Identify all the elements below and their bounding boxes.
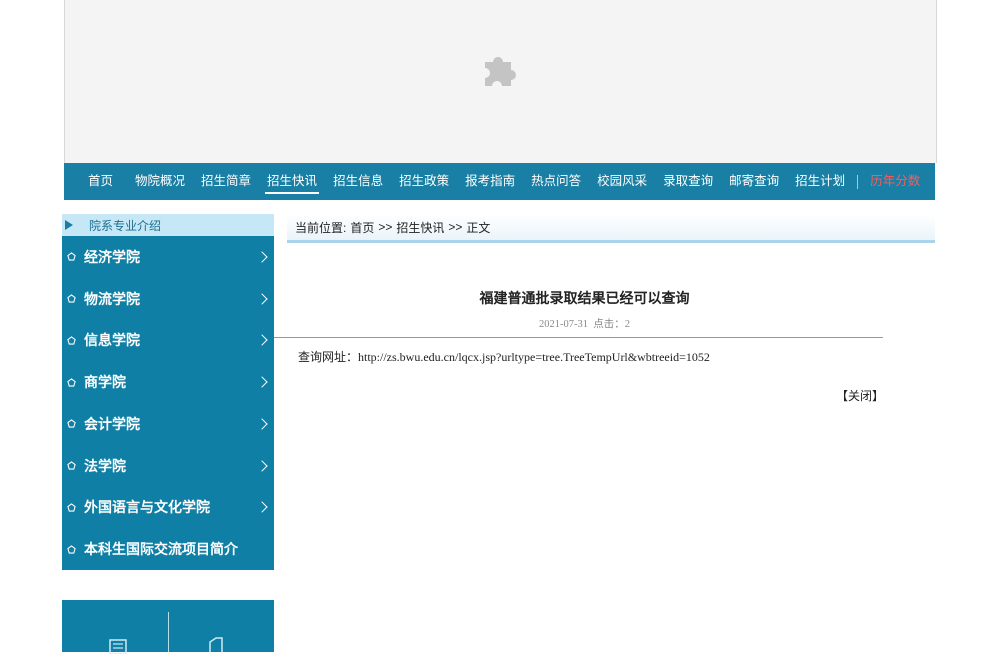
pentagon-bullet-icon bbox=[67, 294, 76, 303]
nav-divider bbox=[857, 174, 859, 189]
chevron-right-icon bbox=[256, 334, 268, 347]
chevron-right-icon bbox=[256, 418, 268, 430]
nav-item[interactable]: 校园风采 bbox=[589, 163, 655, 200]
breadcrumb-item-current: 正文 bbox=[466, 220, 491, 235]
nav-item[interactable]: 招生快讯 bbox=[259, 163, 325, 200]
nav-item[interactable]: 物院概况 bbox=[127, 163, 193, 200]
breadcrumb-prefix: 当前位置: bbox=[295, 220, 347, 235]
sidebar-item[interactable]: 经济学院 bbox=[62, 236, 274, 278]
nav-item[interactable]: 报考指南 bbox=[457, 163, 523, 200]
breadcrumb-item-home[interactable]: 首页 bbox=[350, 219, 374, 236]
sidebar-item-label: 会计学院 bbox=[84, 415, 140, 432]
sidebar-item[interactable]: 会计学院 bbox=[62, 403, 274, 445]
sidebar-item-label: 本科生国际交流项目简介 bbox=[84, 541, 238, 558]
sidebar-item-label: 法学院 bbox=[84, 457, 126, 474]
nav-item[interactable]: 录取查询 bbox=[655, 163, 721, 200]
sidebar-item[interactable]: 商学院 bbox=[62, 361, 274, 403]
breadcrumb: 当前位置: 首页 >> 招生快讯 >> 正文 bbox=[287, 214, 935, 243]
puzzle-plugin-icon bbox=[485, 57, 516, 86]
triangle-right-icon bbox=[65, 220, 73, 230]
nav-item-score-history[interactable]: 历年分数 bbox=[862, 163, 928, 200]
article-date: 2021-07-31 bbox=[539, 319, 588, 330]
sidebar-item[interactable]: 物流学院 bbox=[62, 278, 274, 320]
breadcrumb-separator: >> bbox=[378, 220, 393, 234]
sidebar-item[interactable]: 本科生国际交流项目简介 bbox=[62, 528, 274, 570]
nav-item[interactable]: 邮寄查询 bbox=[721, 163, 787, 200]
sidebar-item-label: 外国语言与文化学院 bbox=[84, 499, 210, 516]
chevron-right-icon bbox=[256, 292, 268, 305]
chevron-right-icon bbox=[256, 459, 268, 472]
nav-item[interactable]: 首页 bbox=[64, 163, 127, 200]
nav-item[interactable]: 招生计划 bbox=[787, 163, 853, 200]
sidebar-item[interactable]: 信息学院 bbox=[62, 320, 274, 362]
nav-item[interactable]: 招生简章 bbox=[193, 163, 259, 200]
chevron-right-icon bbox=[256, 251, 268, 263]
title-divider bbox=[274, 337, 883, 338]
pentagon-bullet-icon bbox=[67, 252, 76, 262]
pentagon-bullet-icon bbox=[67, 377, 76, 387]
nav-item[interactable]: 招生政策 bbox=[391, 163, 457, 200]
quick-links-divider bbox=[168, 612, 169, 652]
sidebar-item-label: 商学院 bbox=[84, 374, 126, 391]
close-article-link[interactable]: 【关闭】 bbox=[836, 387, 884, 404]
article-hits-count: 2 bbox=[624, 319, 630, 330]
sidebar-item-label: 物流学院 bbox=[84, 290, 140, 307]
article-meta: 2021-07-31 点击：2 bbox=[287, 316, 882, 331]
sidebar-item[interactable]: 外国语言与文化学院 bbox=[62, 487, 274, 529]
sidebar-heading-label: 院系专业介绍 bbox=[89, 218, 162, 233]
nav-item[interactable]: 招生信息 bbox=[325, 163, 391, 200]
sidebar-item[interactable]: 法学院 bbox=[62, 445, 274, 487]
chevron-right-icon bbox=[256, 376, 268, 388]
sidebar-item-label: 信息学院 bbox=[84, 332, 140, 349]
article-hits-label: 点击： bbox=[593, 319, 625, 330]
pentagon-bullet-icon bbox=[67, 461, 76, 470]
banner-image-placeholder bbox=[64, 0, 937, 163]
main-nav-bar: 首页 物院概况 招生简章 招生快讯 招生信息 招生政策 报考指南 热点问答 校园风采 录取查询 邮寄… bbox=[64, 163, 935, 200]
article-body-url: http://zs.bwu.edu.cn/lqcx.jsp?urltype=tr… bbox=[358, 350, 710, 364]
article-title: 福建普通批录取结果已经可以查询 bbox=[479, 290, 690, 306]
pentagon-bullet-icon bbox=[67, 503, 76, 512]
sidebar-menu: 经济学院物流学院信息学院商学院会计学院法学院外国语言与文化学院本科生国际交流项目… bbox=[62, 236, 274, 570]
article-body: 查询网址：http://zs.bwu.edu.cn/lqcx.jsp?urlty… bbox=[298, 348, 710, 365]
nav-item[interactable]: 热点问答 bbox=[523, 163, 589, 200]
pentagon-bullet-icon bbox=[67, 544, 76, 554]
sidebar-heading: 院系专业介绍 bbox=[62, 214, 274, 236]
sidebar-quick-links-box bbox=[62, 600, 274, 654]
sidebar-item-label: 经济学院 bbox=[84, 248, 140, 265]
article-body-label: 查询网址： bbox=[298, 350, 359, 364]
pentagon-bullet-icon bbox=[67, 419, 76, 429]
chevron-right-icon bbox=[256, 501, 268, 514]
pentagon-bullet-icon bbox=[67, 336, 76, 345]
edit-icon[interactable] bbox=[204, 636, 226, 654]
breadcrumb-item-news[interactable]: 招生快讯 bbox=[396, 219, 444, 236]
breadcrumb-separator: >> bbox=[448, 220, 463, 234]
